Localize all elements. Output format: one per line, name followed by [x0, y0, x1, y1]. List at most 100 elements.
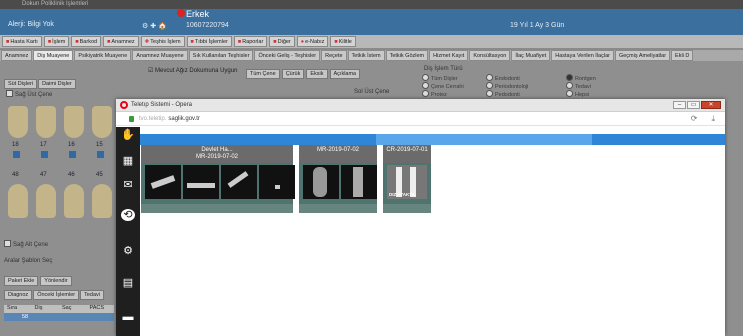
address-domain: saglik.gov.tr [168, 115, 200, 122]
comment-button[interactable]: Açıklama [329, 69, 361, 79]
tooth-status-box[interactable] [69, 151, 76, 158]
series-thumbnail[interactable] [303, 165, 339, 199]
folder-icon[interactable]: ▬ [121, 311, 135, 323]
subtab-primary-teeth[interactable]: Süt Dişleri [4, 79, 38, 89]
toolbar-button[interactable]: ■Kilitle [330, 36, 356, 47]
tooth[interactable] [64, 106, 84, 138]
tab[interactable]: Konsültasyon [469, 50, 511, 61]
reload-icon[interactable]: ⟳ [691, 114, 698, 124]
missing-button[interactable]: Eksik [306, 69, 328, 79]
settings-gear-icon[interactable]: ⚙ [121, 245, 135, 257]
tooth[interactable] [36, 106, 56, 138]
radio-periodontology[interactable]: Periodontoloji [486, 82, 528, 90]
tooth[interactable] [64, 184, 84, 218]
radio-treatment[interactable]: Tedavi [566, 82, 591, 90]
tab[interactable]: Tetkik İstem [347, 50, 385, 61]
tab-previous-procedures[interactable]: Önceki İşlemler [33, 290, 80, 300]
toolbar-button[interactable]: ■Tıbbi İşlemler [186, 36, 232, 47]
tooth-status-box[interactable] [13, 151, 20, 158]
maximize-button[interactable]: ▭ [687, 101, 700, 109]
lock-icon [129, 115, 134, 122]
toolbar-button[interactable]: ■İşlem [43, 36, 70, 47]
add-package-button[interactable]: Paket Ekle [4, 276, 39, 286]
tab[interactable]: Psikiyatrik Muayene [74, 50, 132, 61]
opera-popup-window: Teletıp Sistemi - Opera – ▭ ✕ tvo.teleti… [116, 99, 725, 336]
whole-jaw-button[interactable]: Tüm Çene [246, 69, 280, 79]
decay-button[interactable]: Çürük [281, 69, 305, 79]
series-thumbnail[interactable] [341, 165, 377, 199]
tooth[interactable] [8, 106, 28, 138]
address-bar[interactable]: tvo.teletip. saglik.gov.tr ⟳ ⤓ [116, 112, 725, 126]
popup-titlebar[interactable]: Teletıp Sistemi - Opera – ▭ ✕ [116, 99, 725, 112]
minimize-button[interactable]: – [673, 101, 686, 109]
upper-right-jaw-checkbox[interactable]: Sağ Üst Çene [6, 90, 52, 98]
tooth-status-box[interactable] [41, 151, 48, 158]
series-thumbnail[interactable] [183, 165, 219, 199]
tab[interactable]: Ekli D [671, 50, 694, 61]
download-icon[interactable]: ⤓ [711, 114, 715, 124]
patient-gender: Erkek [186, 9, 210, 19]
tab[interactable]: Reçete [321, 50, 347, 61]
tab[interactable]: Geçmiş Ameliyatlar [614, 50, 671, 61]
lower-left-area: Sağ Alt Çene Aralar Şablon Seç [4, 240, 52, 274]
study-timeline-bar[interactable] [140, 134, 725, 145]
series-thumbnail[interactable] [221, 165, 257, 199]
toolbar-button[interactable]: ■Hasta Kartı [2, 36, 42, 47]
series-thumbnail[interactable]: DIZ AYAKTA [387, 165, 427, 199]
mail-icon[interactable]: ✉ [121, 179, 135, 191]
series-thumbnail[interactable] [259, 165, 295, 199]
tab-diagnosis[interactable]: Diagnoz [4, 290, 33, 300]
toolbar-button[interactable]: ■Barkod [71, 36, 102, 47]
patient-tools-icons[interactable]: ⚙ ✚ 🏠 [142, 22, 167, 30]
close-button[interactable]: ✕ [701, 101, 721, 109]
redirect-button[interactable]: Yönlendir [40, 276, 72, 286]
study-card[interactable]: Devlet Ha... MR-2019-07-02 [141, 145, 295, 213]
tooth[interactable] [92, 106, 112, 138]
toolbar-button[interactable]: ■Diğer [269, 36, 295, 47]
report-document-icon[interactable]: ▤ [121, 277, 135, 289]
lower-right-jaw-checkbox[interactable]: Sağ Alt Çene [4, 240, 52, 248]
hand-icon[interactable]: ✋ [121, 129, 135, 141]
radio-xray[interactable]: Rontgen [566, 74, 596, 82]
main-tabs: Anamnez Diş Muayene Psikiyatrik Muayene … [0, 50, 743, 61]
study-card[interactable]: CR-2019-07-01 DIZ AYAKTA [383, 145, 431, 213]
toolbar-button[interactable]: ■Anamnez [103, 36, 139, 47]
radio-all[interactable]: Hepsi [566, 90, 589, 98]
subtab-permanent-teeth[interactable]: Daimi Dişler [38, 79, 76, 89]
series-thumbnail[interactable] [145, 165, 181, 199]
grid-header-cell: Sıra [7, 305, 18, 311]
tab[interactable]: Tetkik Gözlem [385, 50, 429, 61]
tab-active[interactable]: Diş Muayene [33, 50, 74, 61]
tooth[interactable] [36, 184, 56, 218]
tab[interactable]: Anamnez Muayene [132, 50, 188, 61]
tab-treatment[interactable]: Tedavi [80, 290, 104, 300]
tooth-number: 17 [40, 142, 47, 148]
grid-layout-icon[interactable]: ▦ [121, 155, 135, 167]
mouth-structure-checkbox[interactable]: ☑ Mevcut Ağız Dokumuna Uygun [148, 67, 237, 74]
toolbar-button[interactable]: ■Raporlar [233, 36, 268, 47]
radio-endodontics[interactable]: Endodonti [486, 74, 520, 82]
tooth-number: 47 [40, 172, 47, 178]
toolbar-button[interactable]: ✚Teşhis İşlem [140, 36, 185, 47]
radio-jaw-surgery[interactable]: Çene Cerrahi [422, 82, 464, 90]
toolbar-button[interactable]: ●e-Nabız [296, 36, 329, 47]
app-titlebar: Dokun Poliklinik Işlemleri [0, 0, 743, 9]
radio-all-teeth[interactable]: Tüm Dişler [422, 74, 458, 82]
tab[interactable]: Önceki Geliş - Teşhisler [254, 50, 321, 61]
tab[interactable]: Sık Kullanılan Teşhisler [188, 50, 254, 61]
radio-pedodontics[interactable]: Pedodonti [486, 90, 520, 98]
tab[interactable]: Hizmet Kayıt [429, 50, 469, 61]
study-card[interactable]: MR-2019-07-02 [299, 145, 377, 213]
tab[interactable]: Anamnez [1, 50, 33, 61]
history-icon[interactable]: ⟲ [121, 209, 135, 221]
viewer-sidebar: ✋ ▦ ✉ ⟲ ⚙ ▤ ▬ [116, 127, 140, 336]
table-row[interactable]: 58 [4, 313, 114, 321]
tooth[interactable] [92, 184, 112, 218]
radio-prosthesis[interactable]: Protez [422, 90, 447, 98]
tab[interactable]: İlaç Muafiyet [511, 50, 551, 61]
template-select-label[interactable]: Aralar Şablon Seç [4, 258, 52, 264]
tooth-status-box[interactable] [97, 151, 104, 158]
grid-header-cell: PACS [89, 305, 105, 311]
tab[interactable]: Hastaya Verilen İlaçlar [551, 50, 614, 61]
tooth[interactable] [8, 184, 28, 218]
